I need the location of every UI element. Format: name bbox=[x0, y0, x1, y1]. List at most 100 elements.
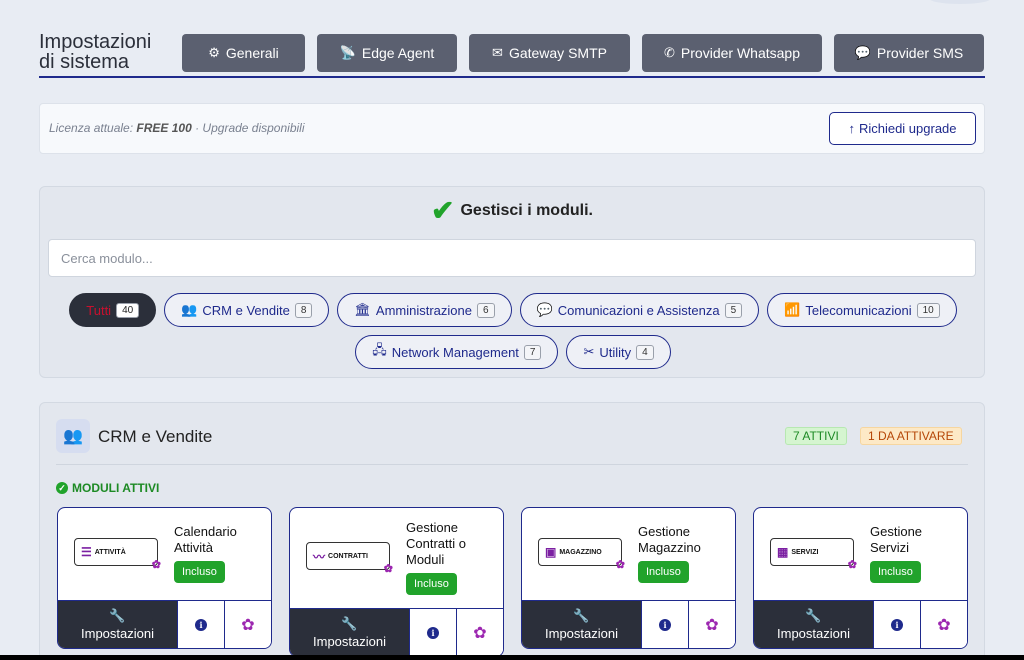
module-card: ☰ ATTIVITÀ ✿ Calendario Attività Incluso 🔧… bbox=[57, 507, 272, 649]
upgrade-label: Richiedi upgrade bbox=[858, 121, 957, 136]
octopus-button[interactable]: ✿ bbox=[920, 601, 967, 648]
filter-amministrazione[interactable]: 🏛 Amministrazione 6 bbox=[337, 293, 512, 327]
octopus-icon: ✿ bbox=[473, 624, 487, 642]
tab-gateway-smtp[interactable]: ✉ Gateway SMTP bbox=[469, 34, 630, 72]
check-circle-icon: ✓ bbox=[56, 482, 68, 494]
logo-text: SERVIZI bbox=[791, 548, 819, 556]
settings-button[interactable]: 🔧 Impostazioni bbox=[522, 601, 641, 648]
cube-icon: ▦ bbox=[777, 545, 789, 559]
filter-label: Telecomunicazioni bbox=[805, 302, 912, 318]
tab-label: Generali bbox=[225, 45, 279, 61]
info-icon: i bbox=[659, 618, 671, 631]
octopus-icon: ✿ bbox=[705, 616, 719, 634]
module-card: ▦ SERVIZI ✿ Gestione Servizi Incluso 🔧 Imp… bbox=[753, 507, 968, 649]
to-activate-badge: 1 DA ATTIVARE bbox=[860, 427, 962, 445]
settings-button[interactable]: 🔧 Impostazioni bbox=[290, 609, 409, 656]
card-actions: 🔧 Impostazioni i ✿ bbox=[522, 600, 735, 648]
wrench-icon: 🔧 bbox=[573, 608, 590, 623]
active-modules-text: MODULI ATTIVI bbox=[72, 481, 160, 495]
license-prefix: Licenza attuale: bbox=[49, 121, 137, 135]
filter-count: 40 bbox=[116, 302, 140, 318]
tools-icon: ✂ bbox=[583, 344, 595, 359]
modules-panel: ✔ Gestisci i moduli. Tutti 40 👥 CRM e Ve… bbox=[39, 186, 985, 378]
module-logo: ▦ SERVIZI ✿ bbox=[770, 538, 857, 571]
octopus-icon: ✿ bbox=[241, 616, 255, 634]
tab-generali[interactable]: ⚙ Generali bbox=[182, 34, 305, 72]
filter-count: 8 bbox=[294, 302, 313, 318]
check-icon: ✔ bbox=[431, 195, 455, 226]
octopus-icon: ✿ bbox=[847, 559, 857, 571]
divider bbox=[56, 464, 968, 465]
filter-network-management[interactable]: 🖧 Network Management 7 bbox=[355, 335, 559, 369]
crm-section: 👥 CRM e Vendite 7 ATTIVI 1 DA ATTIVARE ✓… bbox=[39, 402, 985, 660]
license-suffix: · Upgrade disponibili bbox=[191, 121, 305, 135]
info-icon: i bbox=[427, 626, 439, 639]
settings-button[interactable]: 🔧 Impostazioni bbox=[754, 601, 873, 648]
filter-count: 10 bbox=[916, 302, 940, 318]
filter-utility[interactable]: ✂ Utility 4 bbox=[566, 335, 671, 369]
module-logo: ▣ MAGAZZINO ✿ bbox=[538, 538, 625, 571]
gears-icon: ⚙ bbox=[208, 45, 220, 60]
module-name: Gestione Magazzino bbox=[638, 524, 701, 555]
octopus-button[interactable]: ✿ bbox=[456, 609, 503, 656]
card-actions: 🔧 Impostazioni i ✿ bbox=[58, 600, 271, 648]
filter-label: Network Management bbox=[391, 344, 519, 360]
filter-tutti[interactable]: Tutti 40 bbox=[69, 293, 157, 327]
filter-crm-vendite[interactable]: 👥 CRM e Vendite 8 bbox=[164, 293, 330, 327]
module-logo: 〰 CONTRATTI ✿ bbox=[306, 542, 393, 575]
filter-label: Comunicazioni e Assistenza bbox=[557, 302, 720, 318]
tab-label: Gateway SMTP bbox=[508, 45, 607, 61]
module-card: 〰 CONTRATTI ✿ Gestione Contratti o Moduli … bbox=[289, 507, 504, 657]
info-icon: i bbox=[195, 618, 207, 631]
settings-button[interactable]: 🔧 Impostazioni bbox=[58, 601, 177, 648]
filter-label: CRM e Vendite bbox=[202, 302, 290, 318]
wrench-icon: 🔧 bbox=[341, 616, 358, 631]
warehouse-icon: ▣ bbox=[545, 545, 557, 559]
included-badge: Incluso bbox=[870, 561, 921, 583]
users-icon: 👥 bbox=[56, 419, 90, 453]
landmark-icon: 🏛 bbox=[354, 302, 371, 317]
module-name: Gestione Servizi bbox=[870, 524, 923, 555]
tab-label: Edge Agent bbox=[361, 45, 435, 61]
included-badge: Incluso bbox=[638, 561, 689, 583]
settings-label: Impostazioni bbox=[81, 626, 154, 641]
active-modules-label: ✓ MODULI ATTIVI bbox=[56, 481, 159, 495]
octopus-button[interactable]: ✿ bbox=[224, 601, 271, 648]
decorative-blob bbox=[930, 0, 990, 4]
octopus-button[interactable]: ✿ bbox=[688, 601, 735, 648]
module-logo: ☰ ATTIVITÀ ✿ bbox=[74, 538, 161, 571]
filter-comunicazioni[interactable]: 💬 Comunicazioni e Assistenza 5 bbox=[519, 293, 760, 327]
card-actions: 🔧 Impostazioni i ✿ bbox=[290, 608, 503, 656]
wrench-icon: 🔧 bbox=[109, 608, 126, 623]
arrow-up-icon: ↑ bbox=[848, 121, 855, 136]
tower-broadcast-icon: 📶 bbox=[784, 302, 801, 317]
info-button[interactable]: i bbox=[641, 601, 688, 648]
tab-provider-sms[interactable]: 💬 Provider SMS bbox=[834, 34, 984, 72]
license-text: Licenza attuale: FREE 100 · Upgrade disp… bbox=[49, 121, 305, 135]
module-search-input[interactable] bbox=[48, 239, 976, 277]
filter-count: 4 bbox=[636, 344, 654, 360]
logo-text: CONTRATTI bbox=[328, 552, 368, 560]
filter-telecomunicazioni[interactable]: 📶 Telecomunicazioni 10 bbox=[767, 293, 957, 327]
module-name: Gestione Contratti o Moduli bbox=[406, 520, 466, 567]
settings-label: Impostazioni bbox=[313, 634, 386, 649]
card-actions: 🔧 Impostazioni i ✿ bbox=[754, 600, 967, 648]
info-button[interactable]: i bbox=[409, 609, 456, 656]
modules-title: ✔ Gestisci i moduli. bbox=[40, 195, 984, 226]
tab-edge-agent[interactable]: 📡 Edge Agent bbox=[317, 34, 457, 72]
page-title: Impostazioni di sistema bbox=[39, 31, 152, 73]
settings-header: Impostazioni di sistema ⚙ Generali 📡 Edg… bbox=[39, 30, 985, 78]
logo-text: MAGAZZINO bbox=[559, 548, 602, 556]
whatsapp-icon: ✆ bbox=[664, 45, 675, 60]
comments-icon: 💬 bbox=[536, 302, 553, 317]
info-button[interactable]: i bbox=[177, 601, 224, 648]
signature-icon: 〰 bbox=[313, 549, 326, 564]
request-upgrade-button[interactable]: ↑ Richiedi upgrade bbox=[829, 112, 976, 145]
tab-provider-whatsapp[interactable]: ✆ Provider Whatsapp bbox=[642, 34, 822, 72]
active-count-badge: 7 ATTIVI bbox=[785, 427, 847, 445]
license-plan: FREE 100 bbox=[136, 121, 192, 135]
octopus-icon: ✿ bbox=[151, 559, 161, 571]
info-button[interactable]: i bbox=[873, 601, 920, 648]
satellite-dish-icon: 📡 bbox=[339, 45, 356, 60]
list-icon: ☰ bbox=[81, 545, 92, 559]
